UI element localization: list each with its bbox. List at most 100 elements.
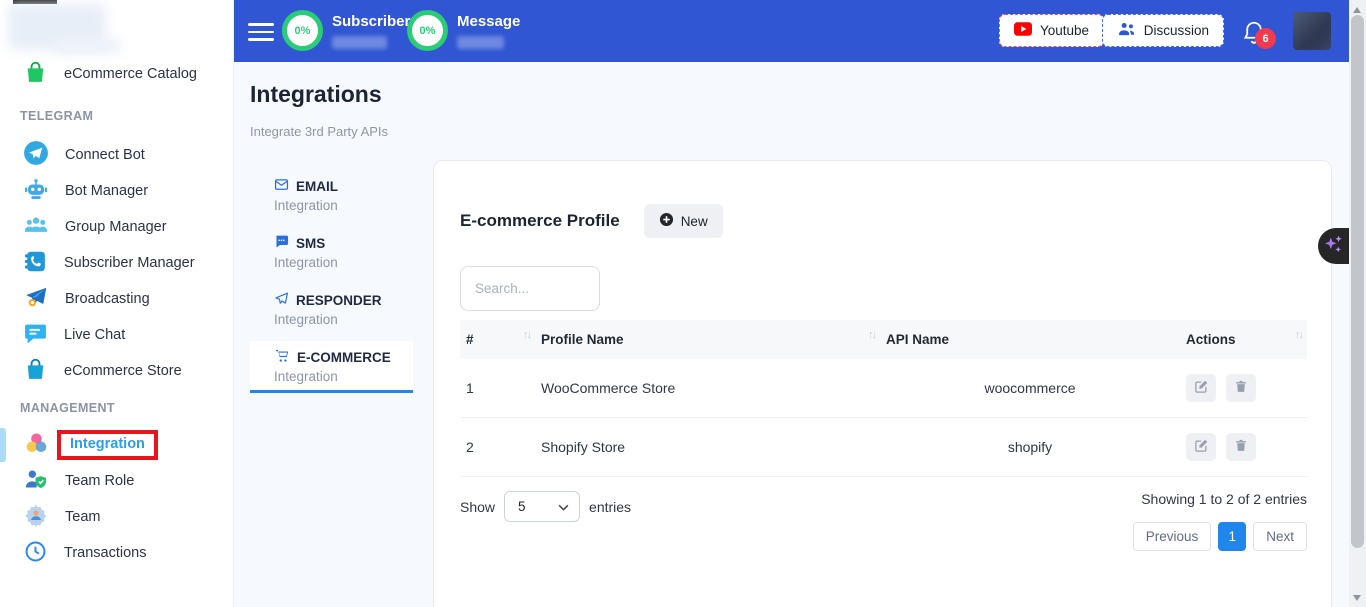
envelope-icon xyxy=(274,177,289,195)
entries-label: entries xyxy=(589,499,631,515)
delete-button[interactable] xyxy=(1226,433,1256,461)
ecommerce-profile-card: E-commerce Profile New #↑↓ Profile Name↑… xyxy=(433,160,1332,607)
shopping-bag-blue-icon xyxy=(23,357,48,386)
sidebar-item-label: Broadcasting xyxy=(65,291,150,307)
sidebar-section-management: MANAGEMENT xyxy=(0,401,233,415)
sidebar-item-live-chat[interactable]: Live Chat xyxy=(0,317,233,353)
tab-label: RESPONDER xyxy=(296,293,382,308)
youtube-icon xyxy=(1014,22,1032,39)
trash-icon xyxy=(1234,379,1248,397)
three-circles-icon xyxy=(23,430,50,461)
previous-page-button[interactable]: Previous xyxy=(1133,522,1212,551)
tab-sublabel: Integration xyxy=(274,312,413,327)
sidebar-item-connect-bot[interactable]: Connect Bot xyxy=(0,137,233,173)
tab-sublabel: Integration xyxy=(274,198,413,213)
scrollbar-thumb[interactable] xyxy=(1351,15,1364,548)
message-usage-stat: 0% Message xyxy=(407,10,520,51)
tab-sms-integration[interactable]: SMS Integration xyxy=(250,227,413,277)
sidebar-item-ecommerce-store[interactable]: eCommerce Store xyxy=(0,353,233,389)
column-header-api-name[interactable]: API Name xyxy=(880,320,1180,359)
row-api-name: woocommerce xyxy=(880,359,1180,418)
sidebar-item-label: Transactions xyxy=(64,545,146,561)
new-profile-button[interactable]: New xyxy=(644,204,723,238)
row-num: 2 xyxy=(460,418,535,477)
sidebar: eCommerce Catalog TELEGRAM Connect Bot B… xyxy=(0,0,233,607)
notification-count-badge: 6 xyxy=(1255,28,1276,49)
tab-ecommerce-integration[interactable]: E-COMMERCE Integration xyxy=(250,341,413,393)
subscriber-progress-ring: 0% xyxy=(282,10,323,51)
notifications-button[interactable]: 6 xyxy=(1241,19,1269,49)
tab-label: EMAIL xyxy=(296,179,338,194)
assistant-fab-button[interactable] xyxy=(1318,228,1349,264)
paper-plane-icon xyxy=(274,291,289,309)
annotation-red-box: Integration xyxy=(57,430,158,460)
youtube-button-label: Youtube xyxy=(1040,23,1089,38)
tab-responder-integration[interactable]: RESPONDER Integration xyxy=(250,284,413,334)
sidebar-item-team-role[interactable]: Team Role xyxy=(0,463,233,499)
shopping-bag-green-icon xyxy=(23,60,48,89)
trash-icon xyxy=(1234,438,1248,456)
sidebar-item-bot-manager[interactable]: Bot Manager xyxy=(0,173,233,209)
vertical-scrollbar[interactable] xyxy=(1349,0,1366,607)
avatar-blurred-image xyxy=(1293,12,1331,50)
edit-button[interactable] xyxy=(1186,433,1216,461)
gear-person-icon xyxy=(23,502,49,532)
robot-icon xyxy=(23,176,49,206)
column-header-num[interactable]: #↑↓ xyxy=(460,320,535,359)
sms-bubble-icon xyxy=(274,234,289,252)
search-input[interactable] xyxy=(460,266,600,311)
sidebar-section-telegram: TELEGRAM xyxy=(0,109,233,123)
sidebar-item-label: Team Role xyxy=(65,473,134,489)
contact-phone-icon xyxy=(23,249,48,278)
page-subtitle: Integrate 3rd Party APIs xyxy=(250,124,388,139)
person-shield-icon xyxy=(23,466,49,496)
tab-email-integration[interactable]: EMAIL Integration xyxy=(250,170,413,220)
new-button-label: New xyxy=(681,214,708,229)
card-title: E-commerce Profile xyxy=(460,211,620,231)
sidebar-item-label: Live Chat xyxy=(64,327,125,343)
sidebar-item-ecommerce-catalog[interactable]: eCommerce Catalog xyxy=(0,56,233,92)
app-logo-blurred-2 xyxy=(55,38,121,54)
hamburger-menu-icon[interactable] xyxy=(248,23,274,46)
page-1-button[interactable]: 1 xyxy=(1218,522,1246,551)
scrollbar-up-arrow-icon[interactable] xyxy=(1353,7,1361,13)
sidebar-item-label: Integration xyxy=(70,436,145,452)
sidebar-item-label: eCommerce Catalog xyxy=(64,66,197,82)
next-page-button[interactable]: Next xyxy=(1253,522,1307,551)
user-avatar[interactable] xyxy=(1293,12,1331,50)
table-row: 1 WooCommerce Store woocommerce xyxy=(460,359,1307,418)
history-clock-icon xyxy=(23,539,48,568)
sidebar-item-label: eCommerce Store xyxy=(64,363,182,379)
sidebar-item-label: Group Manager xyxy=(65,219,167,235)
sort-icon: ↑↓ xyxy=(868,329,875,341)
sort-icon: ↑↓ xyxy=(523,329,530,341)
scrollbar-down-arrow-icon[interactable] xyxy=(1353,595,1361,601)
people-group-icon xyxy=(23,212,49,242)
tab-label: E-COMMERCE xyxy=(297,350,391,365)
sidebar-item-integration[interactable]: Integration xyxy=(0,427,233,463)
discussion-button-label: Discussion xyxy=(1144,23,1209,38)
sidebar-item-broadcasting[interactable]: Broadcasting xyxy=(0,281,233,317)
page-title: Integrations xyxy=(250,81,382,108)
page-size-select[interactable]: 5 xyxy=(504,491,580,522)
sidebar-item-subscriber-manager[interactable]: Subscriber Manager xyxy=(0,245,233,281)
column-header-actions[interactable]: Actions↑↓ xyxy=(1180,320,1307,359)
row-actions xyxy=(1180,359,1307,418)
delete-button[interactable] xyxy=(1226,374,1256,402)
discussion-button[interactable]: Discussion xyxy=(1102,14,1224,47)
row-profile-name: WooCommerce Store xyxy=(535,359,880,418)
column-header-profile-name[interactable]: Profile Name↑↓ xyxy=(535,320,880,359)
row-actions xyxy=(1180,418,1307,477)
page-size-value: 5 xyxy=(518,499,526,514)
message-stat-label: Message xyxy=(457,13,520,30)
edit-icon xyxy=(1194,438,1209,456)
sidebar-item-transactions[interactable]: Transactions xyxy=(0,535,233,571)
youtube-button[interactable]: Youtube xyxy=(999,14,1104,47)
sidebar-item-team[interactable]: Team xyxy=(0,499,233,535)
table-row: 2 Shopify Store shopify xyxy=(460,418,1307,477)
chat-bubble-icon xyxy=(23,321,48,350)
edit-button[interactable] xyxy=(1186,374,1216,402)
sidebar-item-group-manager[interactable]: Group Manager xyxy=(0,209,233,245)
subscriber-count-redacted xyxy=(332,36,387,49)
telegram-plane-icon xyxy=(23,140,49,170)
